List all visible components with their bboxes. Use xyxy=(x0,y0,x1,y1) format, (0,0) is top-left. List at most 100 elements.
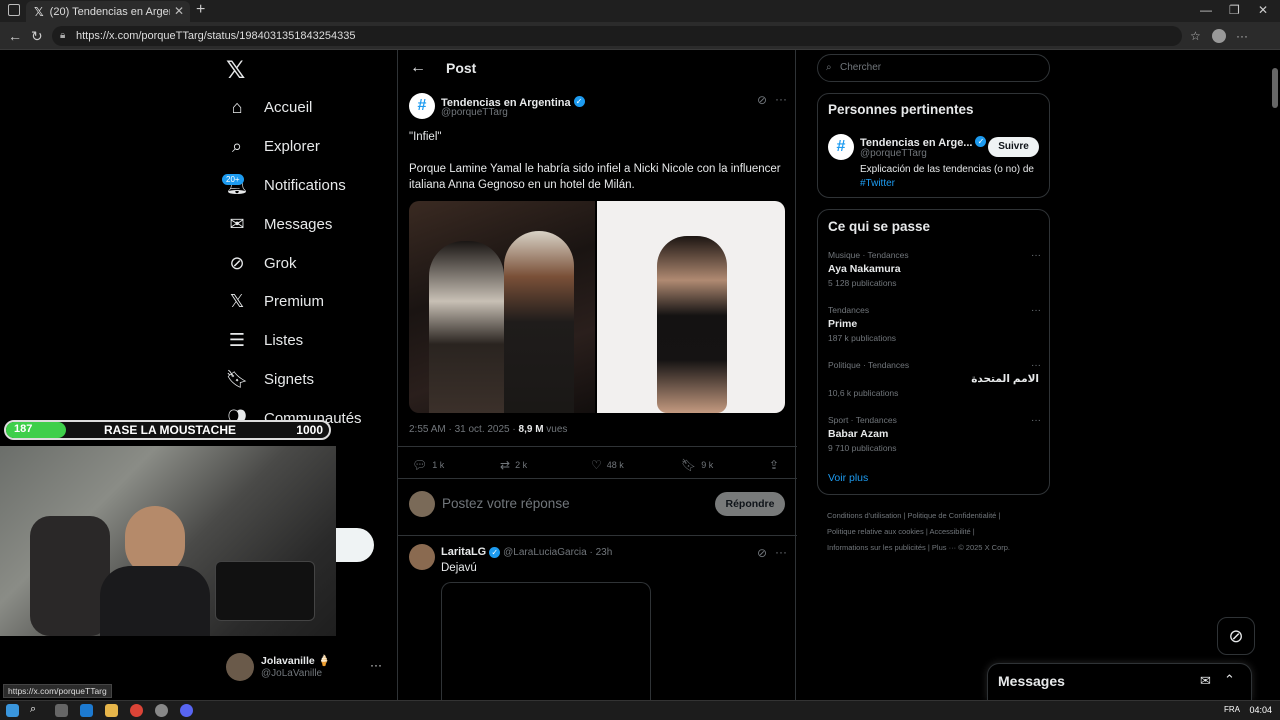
messages-drawer[interactable]: Messages ✉ ⌃ xyxy=(987,663,1252,700)
trend-item[interactable]: Politique · Tendances الامم المتحدة 10,6… xyxy=(828,360,1041,410)
author-handle[interactable]: @porqueTTarg xyxy=(441,107,508,118)
trend-more-icon[interactable]: ··· xyxy=(1031,415,1041,426)
nav-item-notifications[interactable]: 🔔︎ Notifications xyxy=(226,171,346,199)
nav-item-messages[interactable]: ✉ Messages xyxy=(226,210,332,238)
post-more-icon[interactable]: ··· xyxy=(775,92,787,106)
post-text: Porque Lamine Yamal le habría sido infie… xyxy=(409,163,781,191)
scrollbar-thumb[interactable] xyxy=(1272,68,1278,108)
folder-icon[interactable] xyxy=(105,704,118,717)
nav-item-grok[interactable]: ⊘ Grok xyxy=(226,249,296,277)
trend-item[interactable]: Musique · Tendances Aya Nakamura 5 128 p… xyxy=(828,250,1041,300)
like-action[interactable]: ♡ 48 k xyxy=(591,458,624,472)
chrome-icon[interactable] xyxy=(130,704,143,717)
clock[interactable]: 04:04 xyxy=(1249,705,1272,715)
list-icon: ☰ xyxy=(228,329,246,350)
footer-link[interactable]: Conditions d'utilisation xyxy=(827,511,901,520)
chevron-up-icon[interactable]: ⌃ xyxy=(1224,672,1235,688)
account-more-icon[interactable]: ··· xyxy=(370,658,382,672)
share-icon: ⇪ xyxy=(769,458,780,472)
reply-author-name: LaritaLG xyxy=(441,546,487,558)
trend-name: Prime xyxy=(828,318,858,330)
repost-icon: ⇄ xyxy=(500,458,511,472)
taskview-icon[interactable] xyxy=(55,704,68,717)
back-nav-icon[interactable]: ← xyxy=(8,28,22,44)
trend-item[interactable]: Tendances Prime 187 k publications ··· xyxy=(828,305,1041,355)
close-window-button[interactable]: ✕ xyxy=(1258,3,1268,17)
search-icon[interactable]: ⌕ xyxy=(30,703,43,716)
post-image-left[interactable] xyxy=(409,201,595,413)
trend-item[interactable]: Sport · Tendances Babar Azam 9 710 publi… xyxy=(828,415,1041,465)
new-message-icon[interactable]: ✉ xyxy=(1200,673,1211,689)
views-label: vues xyxy=(543,424,568,435)
bookmark-count: 9 k xyxy=(701,460,714,470)
tab-close-icon[interactable]: ✕ xyxy=(174,4,184,18)
relevant-avatar[interactable]: # xyxy=(828,134,854,160)
trend-count: 5 128 publications xyxy=(828,278,897,288)
author-avatar[interactable]: # xyxy=(409,93,435,119)
post-button-partial[interactable] xyxy=(336,528,374,562)
grok-fab-button[interactable]: ⊘ xyxy=(1217,617,1255,655)
repost-action[interactable]: ⇄ 2 k xyxy=(500,458,527,472)
language-indicator[interactable]: FRA xyxy=(1224,705,1240,714)
discord-icon[interactable] xyxy=(180,704,193,717)
profile-avatar-icon[interactable] xyxy=(1212,29,1226,43)
reply-avatar[interactable] xyxy=(409,544,435,570)
grok-explain-icon[interactable]: ⊘ xyxy=(757,93,767,107)
like-count: 48 k xyxy=(606,460,624,470)
nav-item-bookmarks[interactable]: 🔖︎ Signets xyxy=(226,365,314,393)
start-icon[interactable] xyxy=(6,704,19,717)
nav-item-explore[interactable]: ⌕ Explorer xyxy=(226,132,320,160)
search-input[interactable]: ⌕ Chercher xyxy=(817,54,1050,82)
trend-more-icon[interactable]: ··· xyxy=(1031,305,1041,316)
mixer-shape xyxy=(215,561,315,621)
person-shape xyxy=(657,236,727,413)
browser-tab[interactable]: 𝕏 (20) Tendencias en Argentina sur ✕ xyxy=(26,1,190,22)
footer-link[interactable]: Politique de Confidentialité xyxy=(908,511,997,520)
x-logo-icon[interactable]: 𝕏 xyxy=(226,56,245,85)
reply-media[interactable] xyxy=(441,582,651,700)
footer-link[interactable]: Politique relative aux cookies xyxy=(827,527,924,536)
post-timestamp: 2:55 AM · 31 oct. 2025 · 8,9 M vues xyxy=(409,424,567,435)
reply-action[interactable]: 💬︎ 1 k xyxy=(412,458,444,472)
reply-more-icon[interactable]: ··· xyxy=(775,545,787,559)
obs-icon[interactable] xyxy=(155,704,168,717)
nav-item-lists[interactable]: ☰ Listes xyxy=(226,326,303,354)
reply-author-row[interactable]: LaritaLG ✓ @LaraLuciaGarcia · 23h xyxy=(441,546,612,558)
edge-icon[interactable] xyxy=(80,704,93,717)
footer-link[interactable]: Plus ··· xyxy=(932,543,956,552)
follow-button[interactable]: Suivre xyxy=(988,137,1039,157)
grok-explain-icon[interactable]: ⊘ xyxy=(757,546,767,560)
nav-label: Signets xyxy=(264,370,315,388)
footer-link[interactable]: Accessibilité xyxy=(929,527,970,536)
menu-dots-icon[interactable]: ··· xyxy=(1236,29,1248,43)
trend-category: Sport · Tendances xyxy=(828,415,897,425)
nav-label: Accueil xyxy=(264,98,313,116)
reply-input[interactable]: Postez votre réponse xyxy=(442,496,570,511)
hashtag-link[interactable]: #Twitter xyxy=(860,178,895,189)
url-input[interactable]: 🔒︎ https://x.com/porqueTTarg/status/1984… xyxy=(52,26,1182,46)
favorites-icon[interactable]: ☆ xyxy=(1190,29,1201,43)
reply-button[interactable]: Répondre xyxy=(715,492,785,516)
trend-more-icon[interactable]: ··· xyxy=(1031,360,1041,371)
nav-item-home[interactable]: ⌂ Accueil xyxy=(226,93,313,121)
bookmark-action[interactable]: 🔖︎ 9 k xyxy=(681,458,713,472)
maximize-button[interactable]: ❐ xyxy=(1229,3,1240,17)
share-action[interactable]: ⇪ xyxy=(769,458,784,472)
nav-item-premium[interactable]: 𝕏 Premium xyxy=(226,287,324,315)
sidebar-toggle-icon[interactable] xyxy=(8,4,20,16)
back-arrow-icon[interactable]: ← xyxy=(410,59,426,77)
scrollbar[interactable] xyxy=(1272,52,1278,692)
x-favicon-icon: 𝕏 xyxy=(34,4,44,19)
relevant-handle[interactable]: @porqueTTarg xyxy=(860,148,927,159)
footer-link[interactable]: Informations sur les publicités xyxy=(827,543,926,552)
post-image-right[interactable] xyxy=(597,201,785,413)
repost-count: 2 k xyxy=(515,460,528,470)
stream-goal-bar: 187 RASE LA MOUSTACHE 1000 xyxy=(4,420,331,440)
minimize-button[interactable]: — xyxy=(1200,3,1212,17)
trend-more-icon[interactable]: ··· xyxy=(1031,250,1041,261)
see-more-link[interactable]: Voir plus xyxy=(828,472,868,484)
reload-icon[interactable]: ↻ xyxy=(31,28,43,45)
divider xyxy=(398,478,797,479)
new-tab-button[interactable]: + xyxy=(196,1,205,19)
account-avatar[interactable] xyxy=(226,653,254,681)
